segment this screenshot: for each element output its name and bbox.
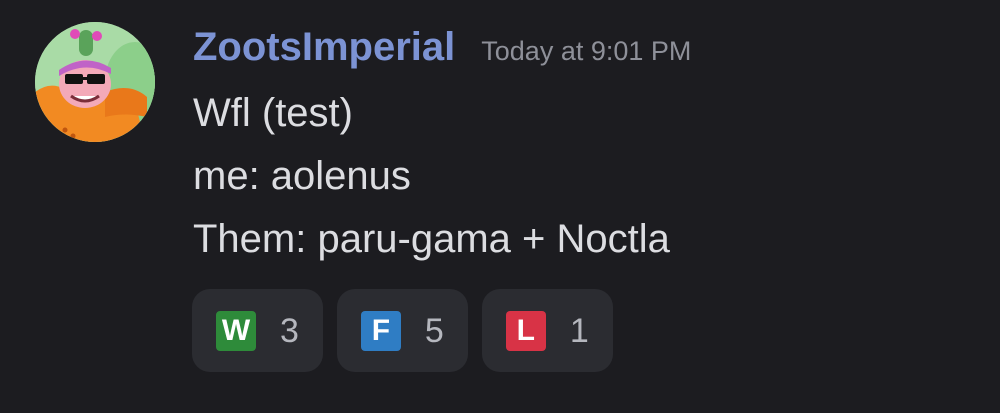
message-line: Them: paru-gama + Noctla (193, 217, 670, 261)
reaction-l[interactable]: L 1 (481, 289, 613, 372)
l-letter-emoji-icon: L (505, 310, 546, 351)
username[interactable]: ZootsImperial (193, 22, 455, 72)
message-line: me: aolenus (193, 154, 411, 198)
avatar[interactable] (35, 22, 155, 142)
reaction-count: 3 (280, 311, 299, 350)
reaction-count: 5 (424, 311, 444, 350)
message-header: ZootsImperial Today at 9:01 PM (193, 22, 691, 72)
reaction-f[interactable]: F 5 (336, 289, 468, 372)
reactions-bar: W 3 F 5 L 1 (192, 289, 627, 372)
message-content: Wfl (test) me: aolenus Them: paru-gama +… (193, 82, 670, 271)
reaction-count: 1 (569, 311, 589, 350)
f-letter-emoji-icon: F (360, 310, 401, 351)
w-letter-emoji-icon: W (216, 310, 256, 351)
cartoon-avatar-icon (35, 22, 155, 142)
message-line: Wfl (test) (193, 91, 353, 135)
chat-message: ZootsImperial Today at 9:01 PM Wfl (test… (0, 0, 1000, 413)
reaction-w[interactable]: W 3 (192, 289, 323, 372)
timestamp: Today at 9:01 PM (481, 36, 692, 66)
